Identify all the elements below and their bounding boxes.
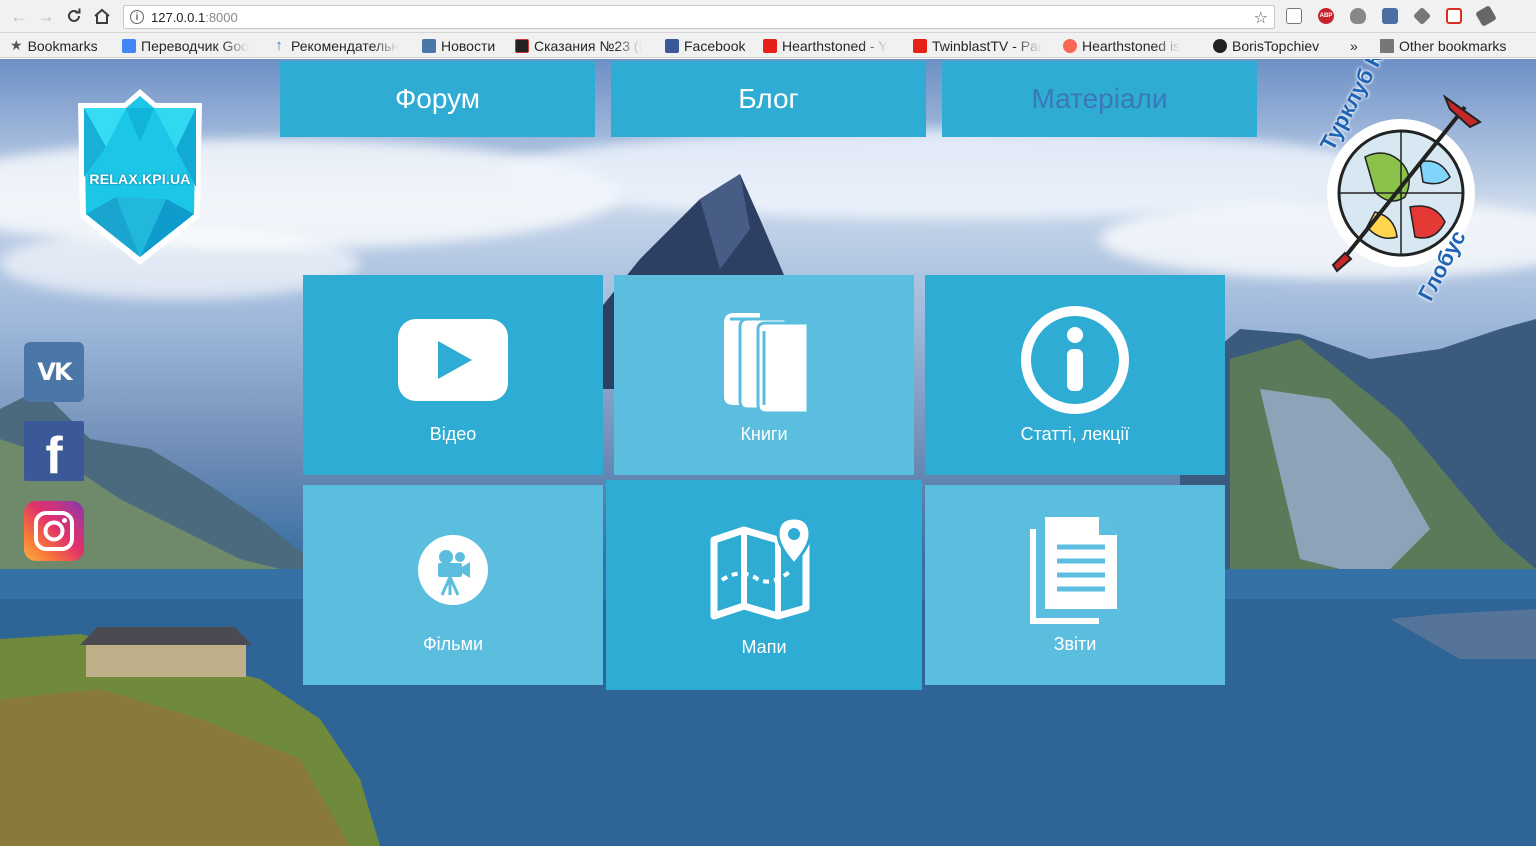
- tile-reports-label: Звіти: [1053, 634, 1097, 654]
- video-play-icon: [398, 319, 508, 401]
- home-button[interactable]: [91, 5, 113, 27]
- page-content: Форум Блог Матеріали RELAX.KPI.UA Турклу…: [0, 59, 1536, 846]
- books-icon: [724, 313, 810, 415]
- youtube-icon: [913, 38, 927, 53]
- overflow-label: »: [1350, 37, 1358, 54]
- info-icon: [1021, 306, 1129, 414]
- other-bookmarks-label: Other bookmarks: [1399, 37, 1507, 54]
- address-bar[interactable]: i 127.0.0.1:8000 ☆: [123, 5, 1275, 29]
- url-host: 127.0.0.1: [151, 10, 206, 25]
- download-icon[interactable]: [1382, 8, 1398, 24]
- menu-materials-button[interactable]: Матеріали: [942, 61, 1257, 137]
- bookmarks-bar: ★ Bookmarks Переводчик Goo ↑ Рекомендатель…: [0, 33, 1536, 58]
- bookmark-item-6[interactable]: TwinblastTV - Par: [913, 37, 1051, 54]
- back-button[interactable]: ←: [8, 5, 30, 27]
- bookmark-item-2[interactable]: Новости: [422, 37, 495, 54]
- image-extension-icon[interactable]: [1286, 8, 1302, 24]
- tile-articles-label: Статті, лекції: [1020, 424, 1130, 444]
- bookmark-item-5[interactable]: Hearthstoned - Y: [763, 37, 901, 54]
- url-port: :8000: [205, 10, 238, 25]
- menu-materials-label: Матеріали: [1031, 83, 1168, 114]
- tile-maps[interactable]: Мапи: [606, 480, 922, 690]
- menu-blog-button[interactable]: Блог: [611, 61, 926, 137]
- bookmark-item-7[interactable]: Hearthstoned is: [1063, 37, 1201, 54]
- bookmark-item-0[interactable]: Переводчик Goo: [122, 37, 260, 54]
- menu-forum-label: Форум: [394, 83, 481, 114]
- bookmark-item-3[interactable]: Сказания №23 (I: [515, 37, 655, 54]
- relax-logo-text: RELAX.KPI.UA: [89, 171, 191, 187]
- instagram-icon: [34, 511, 74, 551]
- vk-icon: VK: [37, 358, 72, 386]
- abp-icon[interactable]: ABP: [1318, 8, 1334, 24]
- bookmark-item-1[interactable]: ↑ Рекомендательн: [272, 37, 410, 54]
- map-icon: [710, 516, 812, 620]
- tile-video-label: Відео: [429, 424, 477, 444]
- arrow-up-icon: ↑: [275, 37, 283, 54]
- house-roof: [80, 627, 252, 645]
- star-icon: ★: [10, 37, 23, 53]
- book-icon: [515, 38, 529, 53]
- bookmarks-menu[interactable]: ★ Bookmarks: [10, 37, 98, 54]
- bookmark-label: Рекомендательн: [291, 37, 400, 54]
- tile-articles[interactable]: Статті, лекції: [925, 275, 1225, 475]
- site-info-icon[interactable]: i: [130, 10, 144, 24]
- tile-films[interactable]: Фільми: [303, 485, 603, 685]
- facebook-icon: [665, 38, 679, 53]
- github-icon: [1213, 38, 1227, 53]
- menu-blog-label: Блог: [738, 83, 799, 114]
- youtube-icon: [763, 38, 777, 53]
- facebook-link[interactable]: f: [24, 421, 84, 485]
- bookmarks-overflow-button[interactable]: »: [1350, 37, 1358, 54]
- documents-icon: [1030, 517, 1117, 624]
- bookmark-label: Facebook: [684, 37, 746, 54]
- folder-icon: [1380, 38, 1394, 53]
- tile-films-label: Фільми: [423, 634, 483, 654]
- address-url: 127.0.0.1:8000: [151, 10, 238, 25]
- abp-label: ABP: [1319, 13, 1333, 19]
- other-bookmarks[interactable]: Other bookmarks: [1380, 37, 1506, 54]
- bookmark-star-icon[interactable]: ☆: [1254, 8, 1268, 28]
- reload-icon: [68, 8, 81, 22]
- browser-toolbar: ← → i 127.0.0.1:8000 ☆ ABP: [0, 0, 1536, 33]
- forward-button[interactable]: →: [35, 5, 57, 27]
- bookmark-label: TwinblastTV - Par: [932, 37, 1043, 54]
- gmail-icon[interactable]: [1446, 8, 1462, 24]
- bookmark-label: Новости: [441, 37, 496, 54]
- bookmark-label: Переводчик Goo: [141, 37, 249, 54]
- bookmark-item-4[interactable]: Facebook: [665, 37, 745, 54]
- google-translate-icon: [122, 38, 136, 53]
- tile-video[interactable]: Відео: [303, 275, 603, 475]
- menu-forum-button[interactable]: Форум: [280, 61, 595, 137]
- bookmark-label: BorisTopchiev: [1232, 37, 1320, 54]
- bookmarks-menu-label: Bookmarks: [27, 37, 98, 54]
- bookmark-label: Сказания №23 (I: [534, 37, 643, 54]
- tile-reports[interactable]: Звіти: [925, 485, 1225, 685]
- film-camera-icon: [418, 535, 488, 605]
- tag-icon[interactable]: [1475, 5, 1497, 27]
- dropbox-icon[interactable]: [1412, 6, 1432, 26]
- bookmark-item-8[interactable]: BorisTopchiev: [1213, 37, 1319, 54]
- vk-icon: [422, 38, 436, 53]
- relax-logo[interactable]: RELAX.KPI.UA: [76, 87, 204, 267]
- globus-logo[interactable]: Турклуб КПІ Глобус: [1305, 59, 1497, 305]
- tile-maps-label: Мапи: [741, 637, 787, 657]
- lightbulb-icon[interactable]: [1350, 8, 1366, 24]
- bookmark-label: Hearthstoned is: [1082, 37, 1181, 54]
- home-icon: [94, 8, 110, 24]
- vk-link[interactable]: VK: [24, 342, 84, 402]
- house: [86, 641, 246, 677]
- facebook-icon: f: [45, 427, 63, 485]
- tile-books[interactable]: Книги: [614, 275, 914, 475]
- reload-button[interactable]: [63, 5, 85, 27]
- tile-books-label: Книги: [740, 424, 788, 444]
- instagram-link[interactable]: [24, 501, 84, 561]
- bookmark-label: Hearthstoned - Y: [782, 37, 888, 54]
- patreon-icon: [1063, 38, 1077, 53]
